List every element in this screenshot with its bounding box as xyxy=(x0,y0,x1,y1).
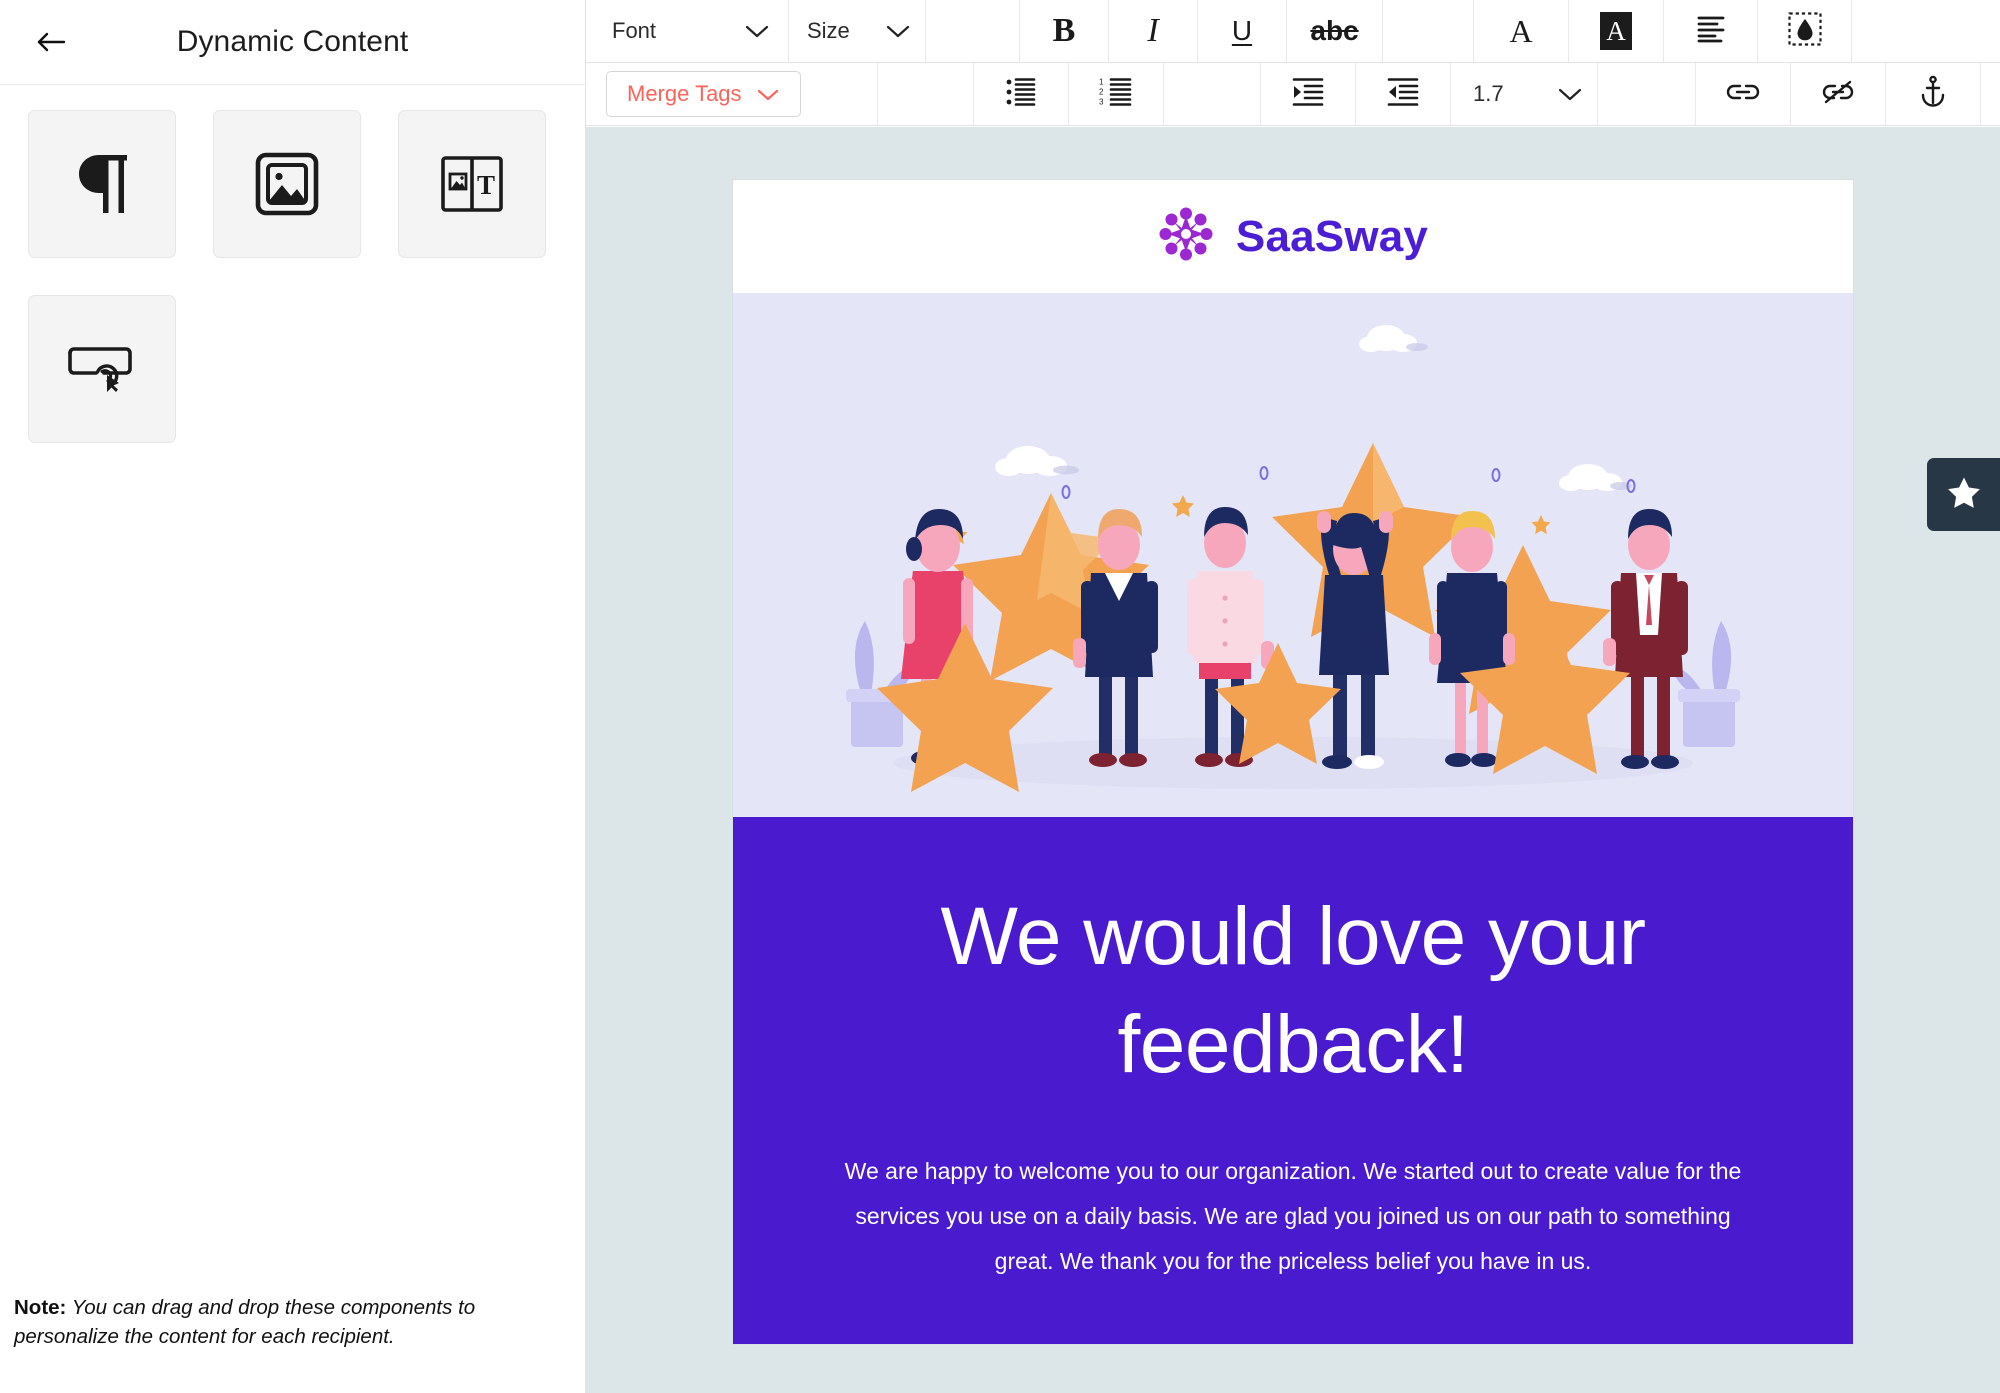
bullet-list-button[interactable] xyxy=(974,63,1069,125)
panel-header: Dynamic Content xyxy=(0,0,585,85)
page-title: Dynamic Content xyxy=(176,25,409,58)
link-icon xyxy=(1725,80,1761,109)
svg-text:T: T xyxy=(477,170,495,200)
font-family-dropdown[interactable]: Font xyxy=(586,0,789,62)
button-click-icon xyxy=(66,343,138,395)
favorites-side-tab[interactable] xyxy=(1927,458,2000,531)
line-height-dropdown[interactable]: 1.7 xyxy=(1451,63,1598,125)
paragraph-block-tile[interactable] xyxy=(28,110,176,258)
image-text-split-icon: T xyxy=(440,152,504,216)
toolbar-row-paragraph: Merge Tags 1 2 3 1.7 xyxy=(586,63,2000,126)
numbered-list-icon: 1 2 3 xyxy=(1099,77,1133,112)
email-message-block[interactable]: We would love your feedback! We are happ… xyxy=(733,817,1853,1344)
svg-text:3: 3 xyxy=(1099,97,1104,106)
strikethrough-label: abc xyxy=(1310,15,1359,46)
image-text-block-tile[interactable]: T xyxy=(398,110,546,258)
bold-button[interactable]: B xyxy=(1020,0,1109,62)
toolbar-spacer xyxy=(1598,63,1696,125)
italic-label: I xyxy=(1147,12,1159,49)
email-heading: We would love your feedback! xyxy=(940,891,1646,1091)
merge-tags-button[interactable]: Merge Tags xyxy=(606,71,801,117)
note-text: You can drag and drop these components t… xyxy=(14,1296,476,1348)
brand-name: SaaSway xyxy=(1235,211,1429,261)
svg-text:2: 2 xyxy=(1099,87,1104,96)
merge-tags-cell: Merge Tags xyxy=(586,63,878,125)
toolbar-row-formatting: Font Size B I U abc A A xyxy=(586,0,2000,63)
toolbar-spacer xyxy=(926,0,1020,62)
image-icon xyxy=(254,151,320,217)
chevron-down-icon xyxy=(756,87,780,102)
email-canvas: SaaSway We would love your feedback! We … xyxy=(586,127,2000,1393)
unlink-icon xyxy=(1820,79,1856,110)
font-color-label: A xyxy=(1509,12,1533,49)
toolbar-spacer xyxy=(1383,0,1474,62)
indent-increase-button[interactable] xyxy=(1261,63,1356,125)
background-color-button[interactable]: A xyxy=(1569,0,1664,62)
align-button[interactable] xyxy=(1664,0,1758,62)
paint-fill-icon xyxy=(1787,11,1822,51)
chevron-down-icon xyxy=(1557,86,1583,102)
line-height-value: 1.7 xyxy=(1473,81,1504,106)
align-left-icon xyxy=(1695,14,1727,49)
svg-text:1: 1 xyxy=(1099,77,1104,86)
dynamic-content-panel: Dynamic Content T Note: You can drag and… xyxy=(0,0,586,1393)
image-block-tile[interactable] xyxy=(213,110,361,258)
font-size-value: Size xyxy=(807,18,850,43)
back-arrow-icon[interactable] xyxy=(30,21,72,63)
star-icon xyxy=(1947,476,1981,513)
numbered-list-button[interactable]: 1 2 3 xyxy=(1069,63,1164,125)
people-holding-stars-illustration xyxy=(733,293,1853,817)
font-size-dropdown[interactable]: Size xyxy=(789,0,926,62)
flower-logo-icon xyxy=(1158,206,1214,267)
strikethrough-button[interactable]: abc xyxy=(1287,0,1383,62)
italic-button[interactable]: I xyxy=(1109,0,1198,62)
button-block-tile[interactable] xyxy=(28,295,176,443)
link-button[interactable] xyxy=(1696,63,1791,125)
email-logo-bar[interactable]: SaaSway xyxy=(733,180,1853,293)
email-preview-card[interactable]: SaaSway We would love your feedback! We … xyxy=(733,180,1853,1344)
toolbar-spacer xyxy=(1164,63,1261,125)
toolbar-spacer xyxy=(878,63,974,125)
merge-tags-label: Merge Tags xyxy=(627,81,742,106)
indent-decrease-button[interactable] xyxy=(1356,63,1451,125)
editor-toolbar: Font Size B I U abc A A Merge Tags 1 2 3… xyxy=(586,0,2000,126)
underline-label: U xyxy=(1231,15,1253,46)
pilcrow-icon xyxy=(71,151,133,217)
underline-button[interactable]: U xyxy=(1198,0,1287,62)
bullet-list-icon xyxy=(1005,77,1037,112)
email-body-text: We are happy to welcome you to our organ… xyxy=(844,1158,1742,1275)
font-color-button[interactable]: A xyxy=(1474,0,1569,62)
indent-increase-icon xyxy=(1292,77,1324,112)
drag-drop-note: Note: You can drag and drop these compon… xyxy=(14,1294,574,1351)
indent-decrease-icon xyxy=(1387,77,1419,112)
anchor-icon xyxy=(1919,75,1947,114)
component-tile-grid: T xyxy=(0,85,586,443)
font-family-value: Font xyxy=(612,18,657,43)
note-label: Note: xyxy=(14,1296,67,1320)
anchor-button[interactable] xyxy=(1886,63,1981,125)
background-color-label: A xyxy=(1600,12,1632,50)
paint-fill-button[interactable] xyxy=(1758,0,1852,62)
unlink-button[interactable] xyxy=(1791,63,1886,125)
chevron-down-icon xyxy=(744,23,770,39)
bold-label: B xyxy=(1052,12,1076,49)
chevron-down-icon xyxy=(885,23,911,39)
